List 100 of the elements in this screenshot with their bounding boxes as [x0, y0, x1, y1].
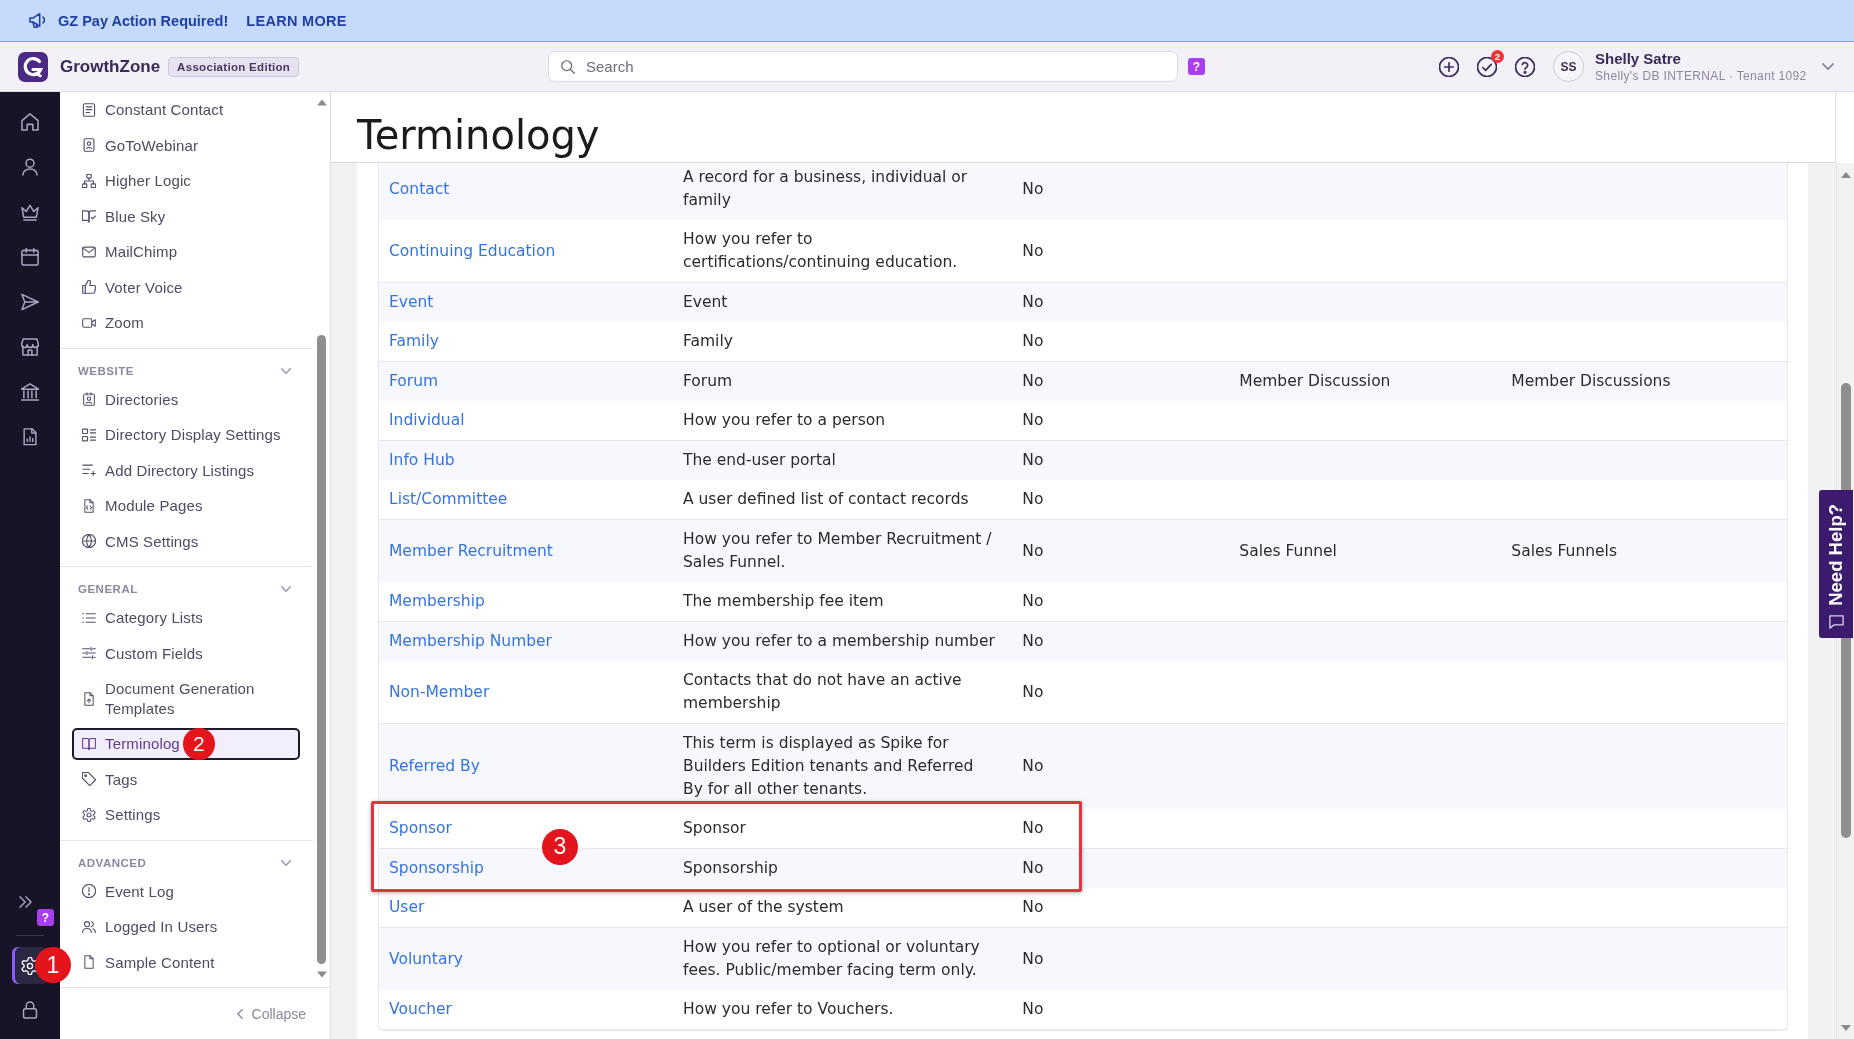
- chevron-down-icon[interactable]: [281, 367, 291, 374]
- description-text: The membership fee item: [683, 592, 884, 610]
- nav-item[interactable]: Constant Contact: [72, 94, 300, 126]
- description-text: A record for a business, individual or family: [683, 168, 968, 209]
- user-icon: [21, 158, 39, 176]
- description-text: Forum: [683, 372, 733, 390]
- term-link[interactable]: Contact: [389, 179, 450, 198]
- chat-icon: [1828, 615, 1844, 629]
- nav-item[interactable]: Settings: [72, 799, 300, 831]
- chevron-down-icon[interactable]: [1822, 63, 1834, 70]
- nav-item[interactable]: Module Pages: [72, 490, 300, 522]
- description-text: The end-user portal: [683, 451, 836, 469]
- term-link[interactable]: User: [389, 898, 425, 916]
- help-icon[interactable]: [1515, 56, 1535, 77]
- nav-item[interactable]: Category Lists: [72, 602, 300, 634]
- search-field[interactable]: Search: [548, 51, 1178, 82]
- file-upload-icon: [82, 691, 96, 706]
- term-link[interactable]: List/Committee: [389, 490, 508, 508]
- description-text: How you refer to a membership number: [683, 632, 995, 650]
- nav-item[interactable]: Higher Logic: [72, 165, 300, 197]
- term-text: Member Discussion: [1239, 372, 1391, 390]
- logo-icon[interactable]: [18, 51, 48, 82]
- learn-more-link[interactable]: LEARN MORE: [246, 12, 347, 29]
- envelope-icon: [82, 244, 96, 259]
- help-button[interactable]: ?: [1188, 58, 1205, 75]
- callout-marker: 3: [542, 828, 578, 865]
- arrow-down-icon[interactable]: [1840, 1025, 1851, 1031]
- thumbs-up-icon: [82, 280, 96, 295]
- term-link[interactable]: Event: [389, 293, 434, 311]
- term-link[interactable]: Non-Member: [389, 682, 490, 701]
- term-link[interactable]: Referred By: [389, 757, 480, 775]
- nav-item[interactable]: Tags: [72, 763, 300, 795]
- description-text: How you refer to Vouchers.: [683, 1000, 894, 1018]
- term-link[interactable]: Individual: [389, 411, 465, 429]
- need-help-tab[interactable]: Need Help?: [1819, 490, 1853, 638]
- chevron-down-icon[interactable]: [281, 586, 291, 592]
- arrow-down-icon[interactable]: [316, 971, 327, 978]
- description-text: Family: [683, 332, 733, 350]
- term-link[interactable]: Sponsor: [389, 819, 452, 837]
- bank-icon: [21, 383, 39, 401]
- description-text: A user defined list of contact records: [683, 490, 969, 508]
- term-link[interactable]: Membership Number: [389, 632, 552, 650]
- value-text: No: [1022, 592, 1044, 610]
- users-icon: [82, 919, 96, 934]
- plural-term-text: Sales Funnels: [1511, 541, 1617, 560]
- nav-item[interactable]: GoToWebinar: [72, 129, 300, 161]
- description-text: Sponsor: [683, 819, 746, 837]
- term-link[interactable]: Family: [389, 332, 439, 350]
- value-text: No: [1022, 372, 1044, 390]
- video-camera-icon: [82, 315, 96, 330]
- term-link[interactable]: Member Recruitment: [389, 541, 553, 560]
- nav-item[interactable]: Event Log: [72, 875, 300, 907]
- nav-item[interactable]: Zoom: [72, 307, 300, 339]
- nav-item[interactable]: Terminolog 2: [72, 728, 300, 760]
- collapse-button[interactable]: Collapse: [236, 1005, 306, 1022]
- arrow-up-icon[interactable]: [1840, 172, 1851, 178]
- value-text: No: [1022, 859, 1044, 877]
- nav-item[interactable]: Document Generation Templates: [72, 673, 300, 724]
- nav-item[interactable]: MailChimp: [72, 236, 300, 268]
- term-link[interactable]: Membership: [389, 592, 485, 610]
- user-avatar[interactable]: SS: [1553, 51, 1584, 82]
- scrollbar-thumb[interactable]: [317, 335, 326, 964]
- nav-item[interactable]: Blue Sky: [72, 200, 300, 232]
- value-text: No: [1022, 819, 1044, 837]
- settings-icon: [82, 807, 96, 822]
- nav-item[interactable]: Add Directory Listings: [72, 454, 300, 486]
- value-text: No: [1022, 1000, 1044, 1018]
- callout-marker: 2: [183, 728, 215, 760]
- description-text: How you refer to a person: [683, 411, 886, 429]
- value-text: No: [1022, 332, 1044, 350]
- value-text: No: [1022, 241, 1044, 260]
- value-text: No: [1022, 898, 1044, 916]
- nav-item[interactable]: Sample Content: [72, 946, 300, 978]
- calendar-icon: [21, 248, 39, 266]
- nav-item[interactable]: CMS Settings: [72, 525, 300, 557]
- description-text: Sponsorship: [683, 859, 778, 877]
- term-link[interactable]: Continuing Education: [389, 241, 556, 260]
- arrow-up-icon[interactable]: [316, 99, 327, 106]
- term-link[interactable]: Voluntary: [389, 949, 463, 968]
- edition-badge: Association Edition: [168, 56, 300, 77]
- open-book-icon: [82, 736, 96, 751]
- nav-item[interactable]: Directories: [72, 383, 300, 415]
- chevron-down-icon[interactable]: [281, 859, 291, 866]
- nav-item[interactable]: Directory Display Settings: [72, 419, 300, 451]
- file-icon: [82, 955, 96, 970]
- layout-list-icon: [82, 427, 96, 442]
- nav-item[interactable]: Custom Fields: [72, 637, 300, 669]
- double-chevron-icon[interactable]: [19, 896, 32, 908]
- term-link[interactable]: Info Hub: [389, 451, 455, 469]
- help-button[interactable]: ?: [37, 909, 54, 926]
- hierarchy-icon: [82, 173, 96, 188]
- term-link[interactable]: Forum: [389, 372, 439, 390]
- nav-item[interactable]: Logged In Users: [72, 911, 300, 943]
- nav-item[interactable]: Voter Voice: [72, 271, 300, 303]
- list-plus-icon: [82, 463, 96, 478]
- sliders-icon: [82, 646, 96, 661]
- term-link[interactable]: Voucher: [389, 1000, 452, 1018]
- banner-message: GZ Pay Action Required!: [58, 12, 229, 29]
- description-text: A user of the system: [683, 898, 844, 916]
- term-link[interactable]: Sponsorship: [389, 859, 484, 877]
